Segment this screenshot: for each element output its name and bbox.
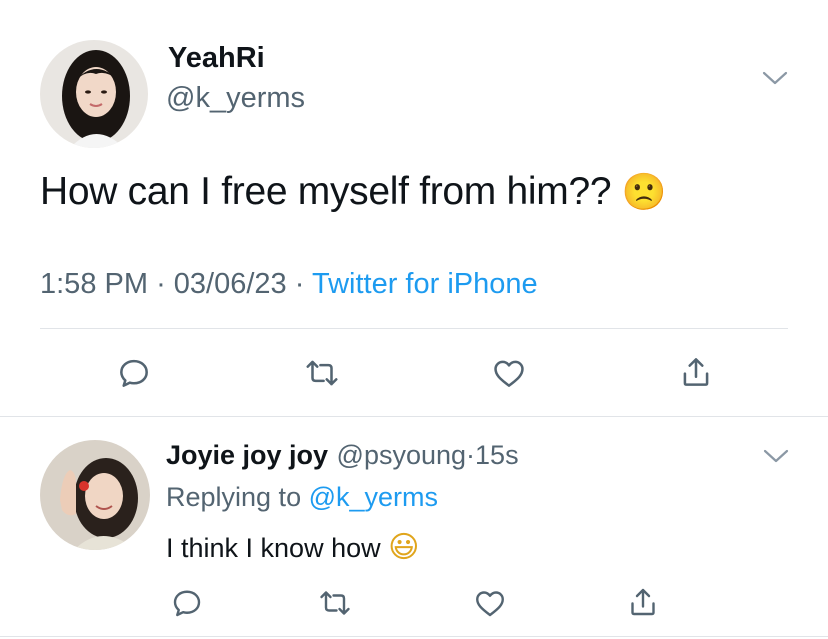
reply-age: 15s bbox=[475, 440, 519, 470]
tweet-source-link[interactable]: Twitter for iPhone bbox=[312, 268, 538, 300]
reply-emoji: 😃 bbox=[388, 530, 420, 565]
share-button[interactable] bbox=[677, 352, 715, 392]
replying-to-label: Replying to bbox=[166, 482, 302, 512]
like-icon bbox=[494, 360, 524, 387]
reply-text: I think I know how bbox=[166, 533, 381, 563]
reply-text-row: I think I know how 😃 bbox=[166, 530, 419, 565]
tweet-text-row: How can I free myself from him?? 🙁 bbox=[40, 170, 667, 214]
divider bbox=[0, 416, 828, 417]
chevron-down-icon[interactable] bbox=[763, 446, 789, 466]
tweet-time: 1:58 PM bbox=[40, 268, 148, 300]
meta-separator: · bbox=[294, 268, 305, 300]
meta-separator: · bbox=[156, 268, 166, 300]
divider bbox=[40, 328, 788, 329]
reply-separator: · bbox=[466, 440, 476, 470]
reply-header: Joyie joy joy @psyoung·15s bbox=[166, 440, 519, 471]
retweet-icon bbox=[320, 591, 350, 615]
replying-to: Replying to @k_yerms bbox=[166, 482, 438, 513]
tweet-text: How can I free myself from him?? bbox=[40, 170, 612, 213]
reply-author-name[interactable]: Joyie joy joy bbox=[166, 440, 328, 470]
author-name[interactable]: YeahRi bbox=[168, 42, 265, 75]
reply-avatar[interactable] bbox=[40, 440, 150, 550]
replying-to-handle[interactable]: @k_yerms bbox=[309, 482, 438, 512]
reply-button[interactable] bbox=[169, 585, 205, 621]
retweet-button[interactable] bbox=[316, 585, 354, 621]
share-icon bbox=[631, 588, 655, 616]
divider bbox=[0, 636, 828, 637]
chevron-down-icon[interactable] bbox=[762, 68, 788, 88]
retweet-button[interactable] bbox=[302, 354, 342, 392]
author-handle[interactable]: @k_yerms bbox=[166, 82, 305, 115]
tweet-meta: 1:58 PM · 03/06/23 · Twitter for iPhone bbox=[40, 268, 538, 301]
reply-button[interactable] bbox=[115, 354, 153, 392]
like-button[interactable] bbox=[490, 354, 528, 392]
like-button[interactable] bbox=[472, 585, 508, 621]
tweet-emoji: 🙁 bbox=[621, 172, 667, 213]
share-icon bbox=[683, 358, 709, 386]
reply-icon bbox=[120, 359, 148, 387]
avatar[interactable] bbox=[40, 40, 148, 148]
retweet-icon bbox=[306, 360, 338, 386]
share-button[interactable] bbox=[625, 583, 661, 621]
tweet-date: 03/06/23 bbox=[173, 268, 287, 300]
reply-author-handle[interactable]: @psyoung bbox=[337, 440, 467, 470]
reply-icon bbox=[173, 590, 201, 617]
like-icon bbox=[476, 591, 504, 617]
